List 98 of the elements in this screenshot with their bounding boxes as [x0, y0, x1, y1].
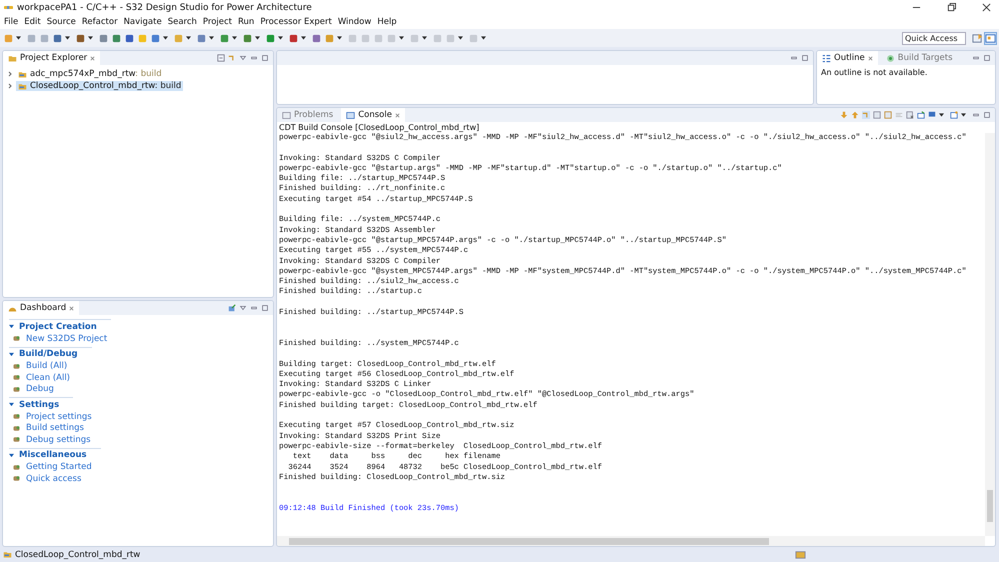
console-title: CDT Build Console [ClosedLoop_Control_mbd_rtw]	[278, 122, 480, 133]
caret-icon	[9, 324, 14, 329]
dashboard-link[interactable]: Debug	[9, 384, 267, 395]
caret-icon[interactable]	[255, 36, 260, 40]
caret-icon[interactable]	[399, 36, 404, 40]
dashboard-link[interactable]: Quick access	[9, 473, 267, 484]
minimize-icon[interactable]	[790, 54, 798, 62]
minimize-icon[interactable]	[250, 54, 258, 62]
section-header[interactable]: Project Creation	[9, 319, 111, 333]
section-header[interactable]: Build/Debug	[9, 346, 92, 360]
menu-item[interactable]: Navigate	[124, 17, 162, 27]
up-arrow-icon[interactable]	[851, 111, 859, 119]
caret-icon[interactable]	[458, 36, 463, 40]
dashboard-link[interactable]: Project settings	[9, 411, 267, 422]
minimize-icon[interactable]	[972, 111, 980, 119]
project-tree-row[interactable]: ClosedLoop_Control_mbd_rtw: build	[16, 81, 184, 91]
status-text: ClosedLoop_Control_mbd_rtw	[15, 550, 140, 560]
project-folder-icon	[3, 550, 12, 559]
close-icon[interactable]	[982, 3, 991, 12]
maximize-icon[interactable]	[261, 54, 269, 62]
dashboard-link[interactable]: Build (All)	[9, 360, 267, 372]
clear-console-icon[interactable]	[873, 111, 881, 119]
caret-icon[interactable]	[209, 36, 214, 40]
dashboard-link[interactable]: Build settings	[9, 422, 267, 434]
menu-item[interactable]: Refactor	[82, 17, 118, 27]
window-title: workpacePA1 - C/C++ - S32 Design Studio for Power Architecture	[17, 2, 312, 12]
caret-icon[interactable]	[301, 36, 306, 40]
dashboard-link[interactable]: Clean (All)	[9, 372, 267, 384]
caret-icon[interactable]	[186, 36, 191, 40]
down-arrow-icon[interactable]	[840, 111, 848, 119]
caret-icon	[9, 402, 14, 407]
dashboard-link[interactable]: New S32DS Project	[9, 333, 267, 344]
warning-list-icon	[282, 110, 291, 120]
dashboard-tab[interactable]: Dashboard	[3, 301, 80, 315]
menu-item[interactable]: Project	[202, 17, 232, 27]
menu-item[interactable]: File	[4, 17, 18, 27]
caret-icon[interactable]	[163, 36, 168, 40]
dashboard-link[interactable]: Getting Started	[9, 462, 267, 473]
chevron-icon[interactable]	[7, 71, 13, 77]
caret-icon[interactable]	[16, 36, 21, 40]
caret-icon[interactable]	[88, 36, 93, 40]
project-folder-icon	[18, 70, 27, 78]
menu-item[interactable]: Processor Expert	[260, 17, 332, 27]
perspective-icon[interactable]	[972, 32, 983, 44]
maximize-icon[interactable]	[983, 111, 991, 119]
new-console-icon[interactable]	[950, 111, 958, 119]
caret-icon[interactable]	[481, 36, 486, 40]
outline-icon	[822, 54, 831, 62]
vertical-scrollbar[interactable]	[985, 133, 995, 536]
project-folder-icon	[18, 82, 27, 90]
horizontal-scrollbar[interactable]	[277, 536, 985, 546]
section-header[interactable]: Settings	[9, 397, 74, 411]
view-tab[interactable]: Outline	[817, 51, 878, 65]
section-header[interactable]: Miscellaneous	[9, 448, 101, 462]
app-logo-icon	[4, 5, 13, 10]
caret-icon[interactable]	[961, 113, 966, 117]
view-tab[interactable]: Build Targets	[880, 51, 958, 65]
outline-message: An outline is not available.	[821, 68, 928, 77]
menu-item[interactable]: Source	[46, 17, 76, 27]
perspective-icon[interactable]	[985, 32, 996, 44]
caret-icon[interactable]	[278, 36, 283, 40]
view-menu-icon[interactable]	[239, 54, 247, 62]
maximize-icon[interactable]	[983, 54, 991, 62]
menu-item[interactable]: Edit	[24, 17, 41, 27]
caret-icon[interactable]	[422, 36, 427, 40]
chevron-icon[interactable]	[7, 83, 13, 89]
menu-item[interactable]: Help	[377, 17, 397, 27]
caret-icon[interactable]	[232, 36, 237, 40]
minimize-icon[interactable]	[972, 54, 980, 62]
pin-icon[interactable]	[917, 111, 925, 119]
tab-label: Dashboard	[20, 303, 66, 313]
menu-item[interactable]: Search	[168, 17, 197, 27]
remove-icon[interactable]	[906, 111, 914, 119]
caret-icon[interactable]	[939, 113, 944, 117]
caret-icon	[9, 352, 14, 356]
view-tab[interactable]: Problems	[277, 108, 338, 122]
target-icon	[886, 54, 895, 62]
dashboard-link[interactable]: Debug settings	[9, 434, 267, 446]
console-icon	[346, 110, 356, 120]
project-explorer-tab[interactable]: Project Explorer	[3, 51, 100, 65]
maximize-icon[interactable]	[261, 304, 269, 312]
caret-icon	[9, 452, 14, 458]
tab-label: Project Explorer	[20, 53, 88, 63]
caret-icon[interactable]	[65, 36, 70, 40]
export-icon[interactable]	[228, 304, 236, 312]
caret-icon[interactable]	[337, 36, 342, 40]
quick-access-field[interactable]: Quick Access	[902, 32, 966, 44]
restore-icon[interactable]	[947, 3, 956, 12]
minimize-icon[interactable]	[250, 304, 258, 312]
menu-item[interactable]: Window	[338, 17, 372, 27]
maximize-icon[interactable]	[801, 54, 809, 62]
collapse-all-icon[interactable]	[217, 54, 225, 62]
project-tree-row[interactable]: adc_mpc574xP_mbd_rtw: build	[16, 69, 164, 79]
view-tab[interactable]: Console	[341, 108, 405, 122]
lock-scroll-icon[interactable]	[884, 111, 892, 119]
progress-icon[interactable]	[795, 549, 806, 560]
view-menu-icon[interactable]	[239, 304, 247, 312]
menu-item[interactable]: Run	[238, 17, 254, 27]
